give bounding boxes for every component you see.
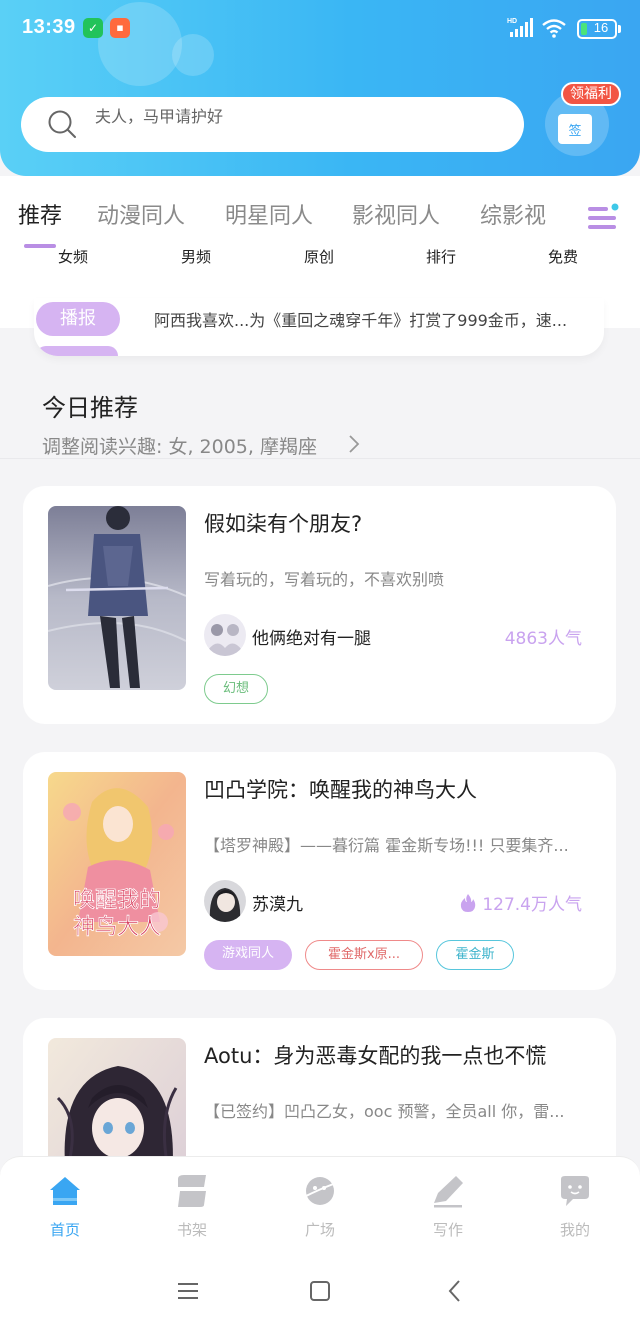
security-app-icon: ✓ — [83, 18, 103, 38]
author-name[interactable]: 苏漠九 — [252, 890, 303, 915]
author-avatar[interactable] — [204, 614, 246, 656]
menu-icon[interactable] — [176, 1280, 200, 1302]
home-icon — [50, 1177, 80, 1205]
fire-icon — [461, 894, 476, 912]
nav-label: 书架 — [176, 1221, 207, 1239]
status-time: 13:39 — [22, 16, 76, 38]
chat-bubble-icon — [561, 1176, 589, 1206]
battery-icon: 16 — [577, 19, 617, 39]
search-placeholder: 夫人，马甲请护好 — [95, 107, 224, 126]
nav-write[interactable]: 写作 — [413, 1173, 483, 1247]
nav-home[interactable]: 首页 — [30, 1173, 100, 1247]
subtab-indicator — [24, 244, 56, 248]
chevron-right-icon[interactable] — [346, 434, 362, 454]
broadcast-text: 阿西我喜欢...为《重回之魂穿千年》打赏了999金币，速... — [154, 311, 568, 330]
tab-variety[interactable]: 综影视 — [480, 198, 546, 230]
status-bar: 13:39 ✓ ▪ HD 16 — [0, 0, 640, 56]
book-tag[interactable]: 幻想 — [204, 674, 268, 704]
nav-label: 我的 — [559, 1221, 590, 1239]
tab-celebrity[interactable]: 明星同人 — [225, 198, 313, 230]
today-section: 今日推荐 调整阅读兴趣: 女, 2005, 摩羯座 — [0, 360, 640, 458]
book-title[interactable]: Aotu：身为恶毒女配的我一点也不慌 — [204, 1040, 546, 1070]
subtab-ranking[interactable]: 排行 — [426, 246, 456, 267]
book-title[interactable]: 凹凸学院：唤醒我的神鸟大人 — [204, 774, 477, 804]
pen-icon — [434, 1176, 463, 1208]
gift-icon: 签 — [558, 114, 592, 144]
book-desc: 写着玩的，写着玩的，不喜欢别喷 — [204, 570, 445, 589]
system-navigation — [0, 1252, 640, 1330]
nav-label: 广场 — [304, 1221, 335, 1239]
search-icon — [48, 110, 76, 138]
divider — [0, 458, 640, 459]
broadcast-ticker[interactable]: 播报 阿西我喜欢...为《重回之魂穿千年》打赏了999金币，速... — [34, 298, 604, 356]
welfare-badge[interactable]: 领福利 — [561, 82, 621, 106]
battery-tip — [618, 25, 621, 33]
author-name[interactable]: 他俩绝对有一腿 — [252, 624, 371, 649]
shopping-app-icon: ▪ — [110, 18, 130, 38]
nav-label: 首页 — [49, 1221, 80, 1239]
book-card[interactable]: 唤醒我的 神鸟大人 凹凸学院：唤醒我的神鸟大人 【塔罗神殿】——暮衍篇 霍金斯专… — [23, 752, 616, 990]
book-card[interactable]: 假如柒有个朋友? 写着玩的，写着玩的，不喜欢别喷 他俩绝对有一腿 4863人气 … — [23, 486, 616, 724]
popularity-count: 4863人气 — [504, 629, 582, 649]
bottom-navigation: 首页 书架 广场 写作 我的 — [0, 1156, 640, 1252]
home-square-icon[interactable] — [308, 1280, 332, 1302]
signal-icon: HD — [507, 18, 533, 37]
nav-bookshelf[interactable]: 书架 — [157, 1173, 227, 1247]
book-tag[interactable]: 游戏同人 — [204, 940, 292, 970]
tab-anime[interactable]: 动漫同人 — [97, 198, 185, 230]
wifi-icon — [542, 19, 566, 38]
nav-me[interactable]: 我的 — [540, 1173, 610, 1247]
planet-icon — [303, 1177, 337, 1205]
battery-level: 16 — [593, 20, 609, 35]
subtab-female[interactable]: 女频 — [58, 246, 88, 267]
broadcast-next-label — [36, 346, 118, 356]
nav-label: 写作 — [432, 1221, 463, 1239]
subtab-free[interactable]: 免费 — [548, 246, 578, 267]
nav-plaza[interactable]: 广场 — [285, 1173, 355, 1247]
subtab-original[interactable]: 原创 — [304, 246, 334, 267]
tab-recommend[interactable]: 推荐 — [18, 198, 62, 230]
book-tag[interactable]: 霍金斯x原... — [305, 940, 423, 970]
bookshelf-icon — [178, 1175, 206, 1207]
book-desc: 【塔罗神殿】——暮衍篇 霍金斯专场!!! 只要集齐... — [204, 836, 569, 855]
book-title[interactable]: 假如柒有个朋友? — [204, 508, 362, 538]
cover-title-line2: 神鸟大人 — [73, 915, 161, 940]
search-bar[interactable]: 夫人，马甲请护好 — [21, 97, 524, 152]
subtab-male[interactable]: 男频 — [181, 246, 211, 267]
adjust-interest-link[interactable]: 调整阅读兴趣: 女, 2005, 摩羯座 — [42, 432, 317, 459]
gift-box-label: 签 — [568, 124, 582, 139]
book-cover[interactable]: 唤醒我的 神鸟大人 — [48, 772, 186, 956]
back-icon[interactable] — [444, 1280, 468, 1302]
cover-title-line1: 唤醒我的 — [73, 888, 161, 913]
header: 13:39 ✓ ▪ HD 16 夫人，马甲请护好 签 — [0, 0, 640, 176]
tab-film[interactable]: 影视同人 — [352, 198, 440, 230]
network-badge: HD — [507, 18, 517, 25]
popularity-count: 127.4万人气 — [460, 890, 582, 915]
book-desc: 【已签约】凹凸乙女，ooc 预警，全员all 你，雷... — [204, 1102, 565, 1121]
broadcast-label: 播报 — [36, 302, 120, 336]
book-cover[interactable] — [48, 506, 186, 690]
category-menu-icon[interactable] — [586, 201, 620, 233]
book-tag[interactable]: 霍金斯 — [436, 940, 514, 970]
author-avatar[interactable] — [204, 880, 246, 922]
section-title: 今日推荐 — [42, 394, 138, 422]
